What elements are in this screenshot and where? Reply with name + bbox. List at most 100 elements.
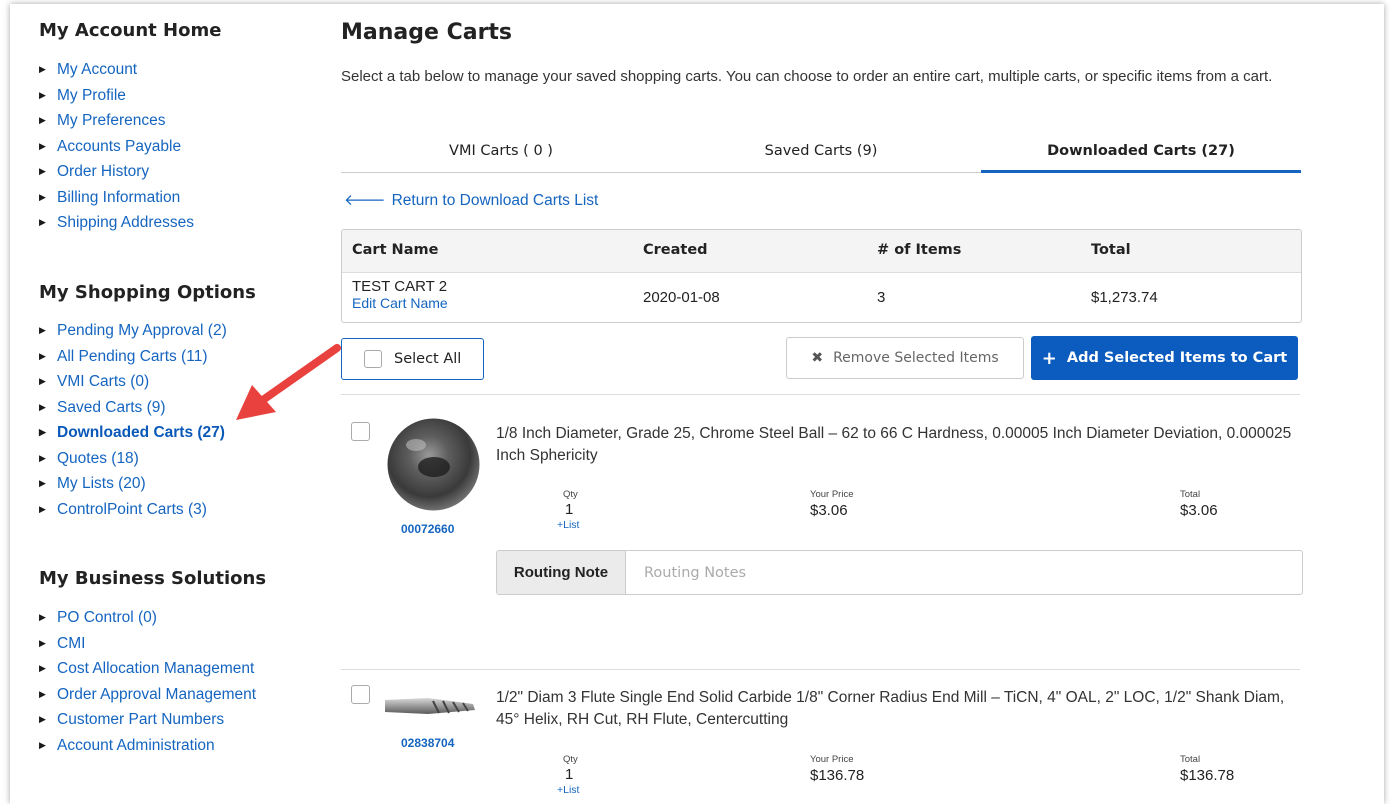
total-value: $136.78 bbox=[1180, 767, 1235, 784]
remove-selected-button[interactable]: ✖ Remove Selected Items bbox=[786, 337, 1024, 379]
tab-vmi-carts[interactable]: VMI Carts ( 0 ) bbox=[341, 132, 661, 172]
close-icon: ✖ bbox=[811, 350, 824, 366]
sidebar-item-quotes[interactable]: ▶ Quotes (18) bbox=[39, 446, 227, 472]
triangle-right-icon: ▶ bbox=[39, 140, 46, 151]
sidebar-item-shipping-addresses[interactable]: ▶ Shipping Addresses bbox=[39, 210, 194, 236]
sidebar-item-downloaded-carts[interactable]: ▶ Downloaded Carts (27) bbox=[39, 420, 227, 446]
cart-item-count: 3 bbox=[877, 289, 886, 306]
annotation-arrow-icon bbox=[236, 344, 341, 420]
add-selected-button[interactable]: + Add Selected Items to Cart bbox=[1031, 336, 1298, 380]
sidebar-item-accounts-payable[interactable]: ▶ Accounts Payable bbox=[39, 134, 194, 160]
sidebar-item-order-history[interactable]: ▶ Order History bbox=[39, 159, 194, 185]
sidebar-section-title: My Shopping Options bbox=[39, 282, 256, 303]
cart-item: 00072660 1/8 Inch Diameter, Grade 25, Ch… bbox=[341, 395, 1303, 665]
column-header: Total bbox=[1091, 242, 1131, 258]
select-all-checkbox[interactable] bbox=[364, 350, 382, 368]
page-title: Manage Carts bbox=[341, 20, 513, 45]
cart-item: 02838704 1/2" Diam 3 Flute Single End So… bbox=[341, 670, 1301, 801]
sidebar-item-account-administration[interactable]: ▶ Account Administration bbox=[39, 733, 256, 759]
tab-saved-carts[interactable]: Saved Carts (9) bbox=[661, 132, 981, 172]
return-link[interactable]: 🡐 Return to Download Carts List bbox=[344, 190, 598, 210]
sidebar-item-controlpoint-carts[interactable]: ▶ ControlPoint Carts (3) bbox=[39, 497, 227, 523]
sidebar-item-po-control[interactable]: ▶ PO Control (0) bbox=[39, 605, 256, 631]
sidebar-section-title: My Account Home bbox=[39, 20, 222, 41]
price-label: Your Price bbox=[810, 489, 854, 500]
sidebar-item-billing-information[interactable]: ▶ Billing Information bbox=[39, 185, 194, 211]
sidebar-item-saved-carts[interactable]: ▶ Saved Carts (9) bbox=[39, 395, 227, 421]
sidebar-list-shopping: ▶ Pending My Approval (2) ▶ All Pending Ca… bbox=[39, 318, 227, 522]
triangle-right-icon: ▶ bbox=[39, 612, 46, 622]
column-header: Created bbox=[643, 242, 708, 258]
sidebar-item-all-pending-carts[interactable]: ▶ All Pending Carts (11) bbox=[39, 344, 227, 370]
routing-note-label: Routing Note bbox=[497, 551, 626, 594]
cart-created: 2020-01-08 bbox=[643, 289, 720, 306]
qty-label: Qty bbox=[563, 754, 578, 765]
sidebar-item-cmi[interactable]: ▶ CMI bbox=[39, 631, 256, 657]
sidebar-item-my-preferences[interactable]: ▶ My Preferences bbox=[39, 108, 194, 134]
triangle-right-icon: ▶ bbox=[39, 350, 46, 361]
intro-text: Select a tab below to manage your saved … bbox=[341, 68, 1273, 85]
part-number[interactable]: 00072660 bbox=[401, 522, 454, 536]
item-checkbox[interactable] bbox=[351, 685, 370, 704]
total-value: $3.06 bbox=[1180, 502, 1218, 519]
column-header: # of Items bbox=[877, 242, 962, 258]
plus-icon: + bbox=[1041, 347, 1057, 369]
sidebar-item-order-approval[interactable]: ▶ Order Approval Management bbox=[39, 682, 256, 708]
triangle-right-icon: ▶ bbox=[39, 64, 46, 74]
qty-value: 1 bbox=[565, 766, 574, 783]
table-header: Cart Name Created # of Items Total bbox=[342, 230, 1301, 273]
triangle-right-icon: ▶ bbox=[39, 217, 46, 227]
qty-label: Qty bbox=[563, 489, 578, 500]
triangle-right-icon: ▶ bbox=[39, 166, 46, 176]
arrow-left-icon: 🡐 bbox=[344, 192, 386, 209]
item-checkbox[interactable] bbox=[351, 422, 370, 441]
product-image[interactable] bbox=[386, 417, 481, 512]
triangle-right-icon: ▶ bbox=[39, 478, 46, 488]
triangle-right-icon: ▶ bbox=[39, 663, 46, 673]
item-description: 1/8 Inch Diameter, Grade 25, Chrome Stee… bbox=[496, 425, 1292, 464]
table-row: TEST CART 2 Edit Cart Name 2020-01-08 3 … bbox=[342, 273, 1301, 321]
sidebar-item-pending-my-approval[interactable]: ▶ Pending My Approval (2) bbox=[39, 318, 227, 344]
triangle-right-icon: ▶ bbox=[39, 191, 46, 202]
select-all-button[interactable]: Select All bbox=[341, 338, 484, 380]
item-description: 1/2" Diam 3 Flute Single End Solid Carbi… bbox=[496, 689, 1285, 728]
edit-cart-name-link[interactable]: Edit Cart Name bbox=[352, 295, 448, 311]
triangle-right-icon: ▶ bbox=[39, 89, 46, 100]
sidebar-list-account: ▶ My Account ▶ My Profile ▶ My Preferences … bbox=[39, 57, 194, 236]
sidebar-item-my-account[interactable]: ▶ My Account bbox=[39, 57, 194, 83]
total-label: Total bbox=[1180, 754, 1201, 765]
tab-downloaded-carts[interactable]: Downloaded Carts (27) bbox=[981, 132, 1301, 173]
triangle-right-icon: ▶ bbox=[39, 688, 46, 699]
triangle-right-icon: ▶ bbox=[39, 714, 46, 724]
sidebar-item-customer-part-numbers[interactable]: ▶ Customer Part Numbers bbox=[39, 707, 256, 733]
sidebar-list-business: ▶ PO Control (0) ▶ CMI ▶ Cost Allocation Ma… bbox=[39, 605, 256, 758]
cart-table: Cart Name Created # of Items Total TEST … bbox=[341, 229, 1302, 323]
total-label: Total bbox=[1180, 489, 1201, 500]
triangle-right-icon: ▶ bbox=[39, 637, 46, 648]
price-value: $136.78 bbox=[810, 767, 865, 784]
triangle-right-icon: ▶ bbox=[39, 427, 46, 437]
sidebar-item-my-lists[interactable]: ▶ My Lists (20) bbox=[39, 471, 227, 497]
triangle-right-icon: ▶ bbox=[39, 401, 46, 412]
price-value: $3.06 bbox=[810, 502, 848, 519]
qty-value: 1 bbox=[565, 501, 574, 518]
cart-name: TEST CART 2 bbox=[352, 278, 448, 295]
part-number[interactable]: 02838704 bbox=[401, 736, 454, 750]
cart-tabs: VMI Carts ( 0 ) Saved Carts (9) Download… bbox=[341, 132, 1301, 173]
cart-total: $1,273.74 bbox=[1091, 289, 1158, 306]
add-to-list-link[interactable]: +List bbox=[557, 519, 579, 531]
triangle-right-icon: ▶ bbox=[39, 115, 46, 125]
column-header: Cart Name bbox=[352, 242, 439, 258]
sidebar-item-cost-allocation[interactable]: ▶ Cost Allocation Management bbox=[39, 656, 256, 682]
add-to-list-link[interactable]: +List bbox=[557, 784, 579, 796]
triangle-right-icon: ▶ bbox=[39, 452, 46, 463]
routing-note-field: Routing Note Routing Notes bbox=[496, 550, 1303, 595]
routing-note-input[interactable]: Routing Notes bbox=[626, 551, 1302, 594]
triangle-right-icon: ▶ bbox=[39, 325, 46, 335]
sidebar-item-my-profile[interactable]: ▶ My Profile bbox=[39, 83, 194, 109]
sidebar-item-vmi-carts[interactable]: ▶ VMI Carts (0) bbox=[39, 369, 227, 395]
triangle-right-icon: ▶ bbox=[39, 503, 46, 514]
product-image[interactable] bbox=[383, 696, 478, 718]
triangle-right-icon: ▶ bbox=[39, 739, 46, 750]
sidebar-section-title: My Business Solutions bbox=[39, 568, 267, 589]
